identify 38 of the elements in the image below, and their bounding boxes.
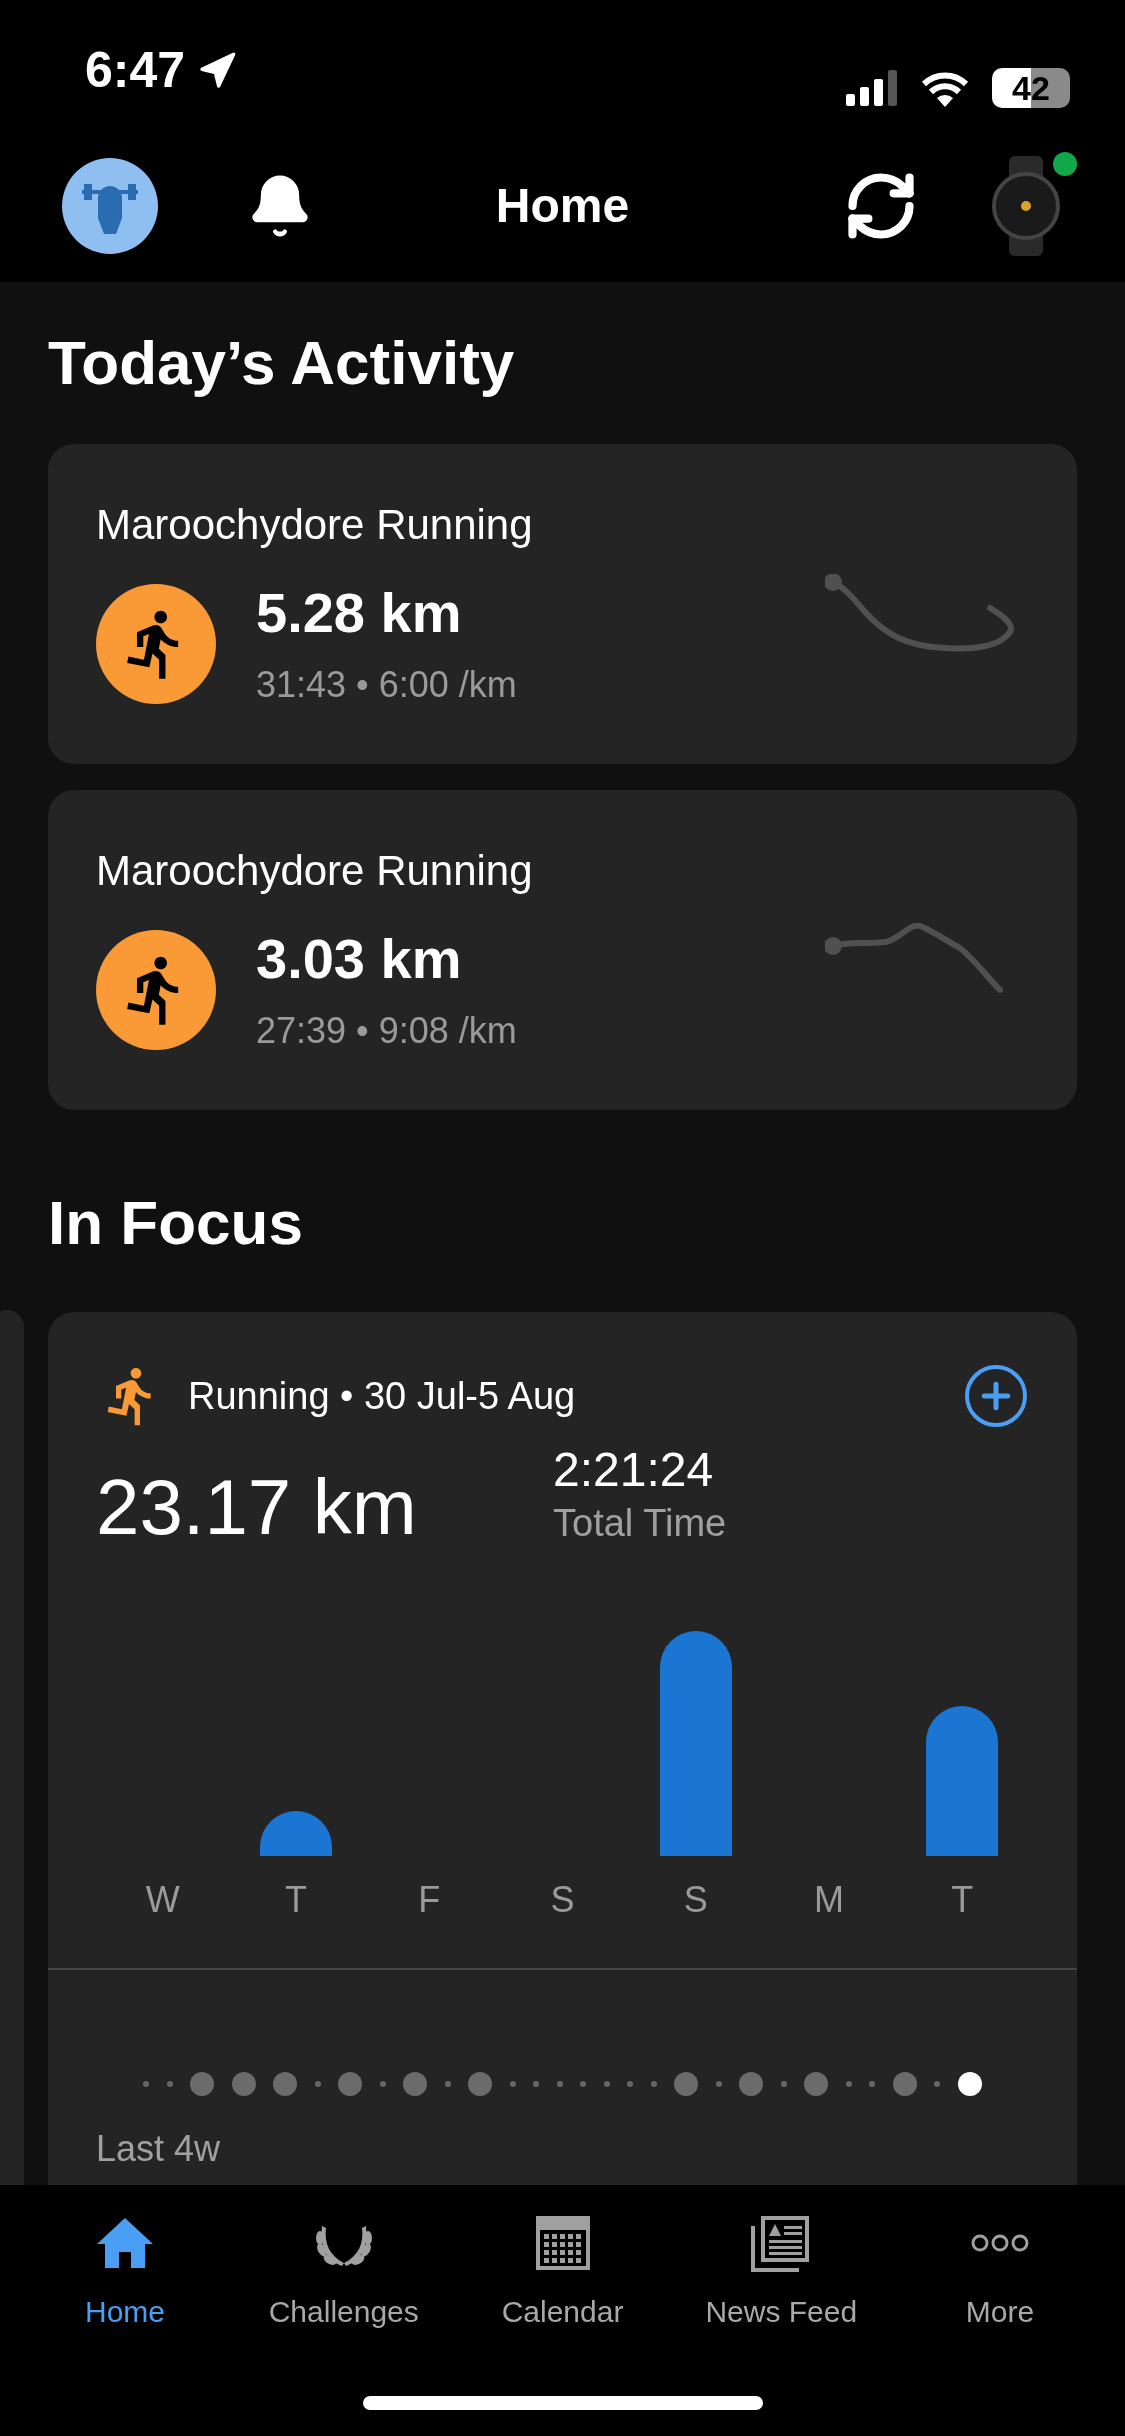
tab-item[interactable]: More: [895, 2213, 1105, 2334]
tab-item[interactable]: Calendar: [457, 2213, 668, 2334]
total-distance: 23.17 km: [96, 1468, 418, 1546]
activity-card[interactable]: Maroochydore Running 5.28 km 31:43 • 6:00 /km: [48, 444, 1077, 764]
section-heading: In Focus: [48, 1192, 304, 1254]
activity-title: Maroochydore Running: [96, 504, 533, 546]
wifi-icon: [920, 69, 970, 107]
focus-header: Running • 30 Jul-5 Aug: [188, 1373, 576, 1419]
calendar-icon: [535, 2216, 590, 2270]
day-label: T: [950, 1882, 975, 1918]
total-time-label: Total Time: [553, 1504, 727, 1542]
add-button[interactable]: [965, 1365, 1027, 1427]
day-label: S: [682, 1882, 709, 1918]
day-label: M: [813, 1882, 846, 1918]
day-label: S: [549, 1882, 576, 1918]
location-icon: [197, 50, 238, 91]
activity-distance: 5.28 km: [256, 585, 463, 641]
day-label: F: [417, 1882, 442, 1918]
tab-item[interactable]: News Feed: [676, 2213, 887, 2334]
battery-level: 42: [992, 68, 1070, 108]
day-label: W: [144, 1882, 181, 1918]
activity-card[interactable]: Maroochydore Running 3.03 km 27:39 • 9:08 /km: [48, 790, 1077, 1110]
status-time: 6:47: [85, 41, 186, 100]
focus-card[interactable]: Running • 30 Jul-5 Aug 23.17 km 2:21:24 Total Time W T F S S M T Last 4w: [48, 1312, 1077, 2185]
activity-title: Maroochydore Running: [96, 850, 533, 892]
watch-icon[interactable]: [989, 156, 1063, 256]
tab-item[interactable]: Home: [20, 2213, 230, 2334]
tab-item[interactable]: Challenges: [238, 2213, 449, 2334]
activity-stats: 31:43 • 6:00 /km: [256, 667, 517, 703]
total-time: 2:21:24: [553, 1446, 715, 1494]
signal-icon: [846, 70, 898, 106]
activity-stats: 27:39 • 9:08 /km: [256, 1013, 517, 1049]
period-label: Last 4w: [96, 2128, 221, 2169]
newspaper-icon: [751, 2214, 812, 2272]
home-icon: [95, 2216, 155, 2270]
page-title: Home: [495, 178, 630, 234]
day-label: T: [283, 1882, 308, 1918]
activity-distance: 3.03 km: [256, 931, 463, 987]
